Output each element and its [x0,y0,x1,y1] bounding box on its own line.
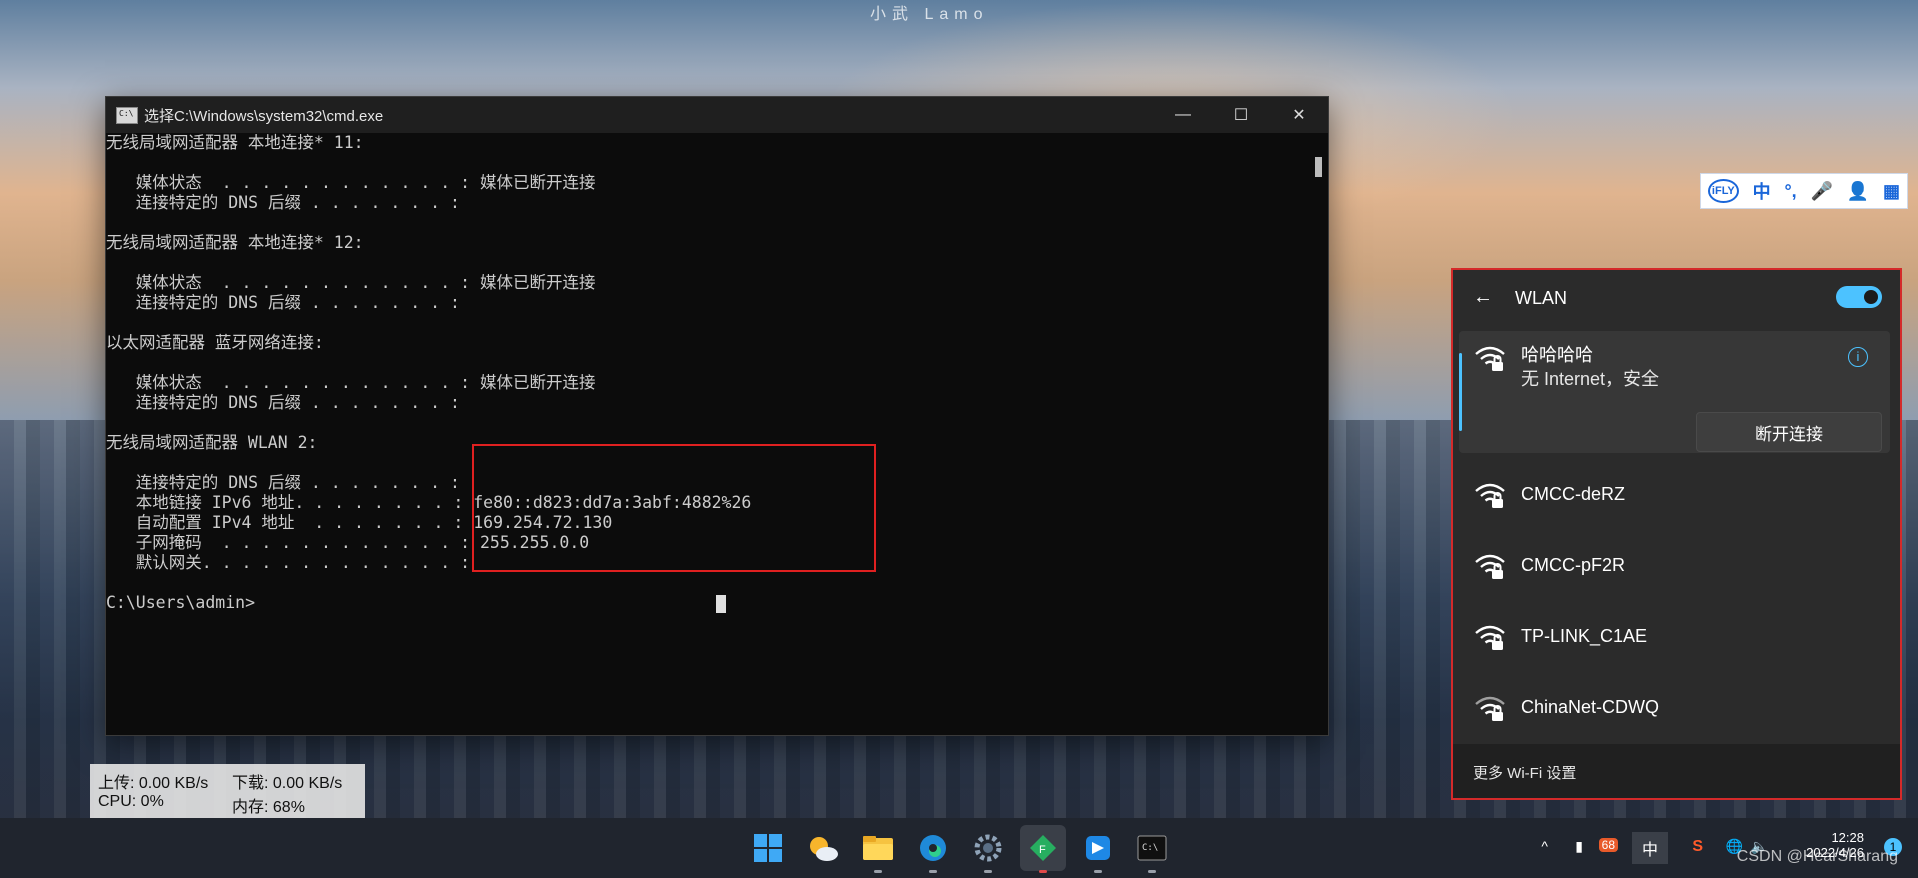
running-indicator [984,870,992,873]
network-item[interactable]: TP-LINK_C1AE [1459,608,1890,666]
wifi-secure-icon [1475,625,1505,650]
wlan-footer: 更多 Wi-Fi 设置 [1453,744,1900,798]
top-watermark: 小武 Lamo [870,6,989,23]
connected-network-name: 哈哈哈哈 [1521,345,1593,365]
wlan-panel: ← WLAN 哈哈哈哈 无 Internet，安全 i 断开连接 CMCC-de… [1451,268,1902,800]
upload-speed: 上传: 0.00 KB/s [98,775,209,792]
memory-usage: 内存: 68% [232,799,305,816]
back-arrow-icon[interactable]: ← [1473,286,1493,309]
console-line: 连接特定的 DNS 后缀 . . . . . . . : [106,293,460,312]
wifi-secure-icon [1475,696,1505,721]
highlight-box [472,444,876,572]
network-item[interactable]: CMCC-pF2R [1459,537,1890,595]
running-indicator [1094,870,1102,873]
cmd-app-icon [116,106,138,124]
sogou-ime-icon[interactable]: S [1692,838,1703,856]
terminal-icon[interactable]: C:\ [1134,830,1170,866]
settings-gear-icon[interactable] [970,830,1006,866]
bookmark-icon[interactable]: ▮ [1575,838,1583,855]
console-line: 媒体状态 . . . . . . . . . . . . : 媒体已断开连接 [106,173,596,192]
console-line: 媒体状态 . . . . . . . . . . . . : 媒体已断开连接 [106,373,596,392]
weather-icon[interactable] [805,830,841,866]
blue-app-icon[interactable] [1080,830,1116,866]
console-line: 媒体状态 . . . . . . . . . . . . : 媒体已断开连接 [106,273,596,292]
chevron-up-icon[interactable]: ^ [1541,838,1548,854]
microphone-icon[interactable]: 🎤 [1810,181,1832,202]
ime-chinese-icon[interactable]: 中 [1753,178,1771,204]
ime-indicator[interactable]: 中 [1631,832,1668,864]
cpu-usage: CPU: 0% [98,793,164,810]
network-name: TP-LINK_C1AE [1521,626,1648,646]
cmd-console[interactable]: 无线局域网适配器 本地连接* 11: 媒体状态 . . . . . . . . … [106,133,1326,733]
grid-icon[interactable]: ▦ [1883,181,1900,202]
maximize-button[interactable]: ☐ [1212,97,1270,133]
scrollbar-thumb[interactable] [1315,157,1322,177]
wifi-secure-icon [1475,554,1505,579]
cmd-window-title: 选择C:\Windows\system32\cmd.exe [144,107,384,125]
wifi-secure-icon [1475,346,1505,371]
selected-accent [1459,353,1462,431]
app-badge-icon[interactable]: 68 [1598,838,1618,852]
more-wifi-settings-link[interactable]: 更多 Wi-Fi 设置 [1473,762,1576,783]
netspeed-widget: 上传: 0.00 KB/s 下载: 0.00 KB/s CPU: 0% 内存: … [90,764,365,818]
file-explorer-icon[interactable] [860,830,896,866]
console-line: 连接特定的 DNS 后缀 . . . . . . . : [106,393,460,412]
console-line: 无线局域网适配器 本地连接* 11: [106,133,364,152]
running-indicator [874,870,882,873]
download-speed: 下载: 0.00 KB/s [232,775,343,792]
punctuation-icon[interactable]: °, [1784,181,1796,202]
console-line: 以太网适配器 蓝牙网络连接: [106,333,324,352]
connected-network[interactable]: 哈哈哈哈 无 Internet，安全 i 断开连接 [1459,331,1890,453]
network-item[interactable]: ChinaNet-CDWQ [1459,679,1890,737]
running-indicator [1148,870,1156,873]
windows-start-icon[interactable] [750,830,786,866]
connected-network-status: 无 Internet，安全 [1521,369,1660,389]
green-app-icon[interactable]: F [1020,825,1066,871]
info-icon[interactable]: i [1848,347,1868,367]
minimize-button[interactable]: — [1154,97,1212,133]
taskbar: F C:\ ^ ▮ 68 中 S 🌐 🔈 12:28 2022/4/26 1 [0,818,1918,878]
network-name: CMCC-deRZ [1521,484,1626,504]
ifly-logo-icon[interactable]: iFLY [1707,179,1739,203]
close-button[interactable]: ✕ [1270,97,1328,133]
wlan-title: WLAN [1515,288,1568,308]
wifi-secure-icon [1475,483,1505,508]
wlan-toggle[interactable] [1836,286,1882,308]
clock-time: 12:28 [1831,830,1864,845]
running-indicator [929,870,937,873]
running-indicator [1039,870,1047,873]
user-icon[interactable]: 👤 [1847,181,1869,202]
network-name: ChinaNet-CDWQ [1521,697,1660,717]
edge-browser-icon[interactable] [915,830,951,866]
cmd-titlebar[interactable]: 选择C:\Windows\system32\cmd.exe — ☐ ✕ [106,97,1328,133]
network-name: CMCC-pF2R [1521,555,1626,575]
console-line: C:\Users\admin> [106,593,256,612]
svg-text:C:\: C:\ [1142,843,1158,853]
svg-text:F: F [1039,844,1046,856]
network-item[interactable]: CMCC-deRZ [1459,466,1890,524]
console-line: 连接特定的 DNS 后缀 . . . . . . . : [106,193,460,212]
ifly-toolbar[interactable]: iFLY 中 °, 🎤 👤 ▦ [1700,173,1908,209]
text-cursor [716,595,726,613]
console-line: 无线局域网适配器 本地连接* 12: [106,233,364,252]
csdn-watermark: CSDN @HearSharang [1736,848,1898,865]
disconnect-button[interactable]: 断开连接 [1696,412,1882,452]
